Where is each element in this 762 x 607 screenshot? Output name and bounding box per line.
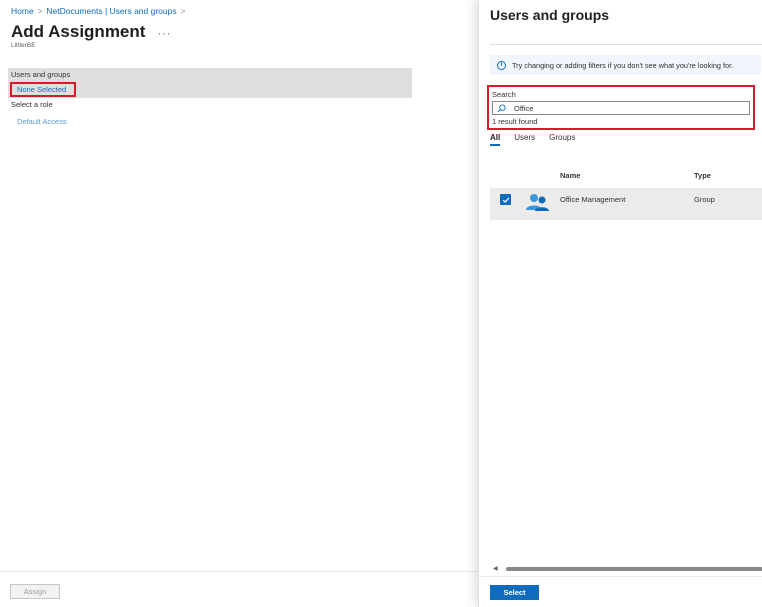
info-banner: i Try changing or adding filters if you … xyxy=(490,55,761,75)
scrollbar-thumb[interactable] xyxy=(506,567,762,571)
panel-title: Users and groups xyxy=(490,7,610,23)
column-header-type[interactable]: Type xyxy=(694,171,711,180)
horizontal-scrollbar[interactable]: ◀ xyxy=(490,566,762,572)
row-type: Group xyxy=(694,195,715,204)
add-assignment-blade: Home > NetDocuments | Users and groups >… xyxy=(0,0,478,607)
breadcrumb-parent[interactable]: NetDocuments | Users and groups xyxy=(46,6,176,16)
default-access-link[interactable]: Default Access xyxy=(17,117,67,126)
search-icon xyxy=(497,103,506,113)
search-label: Search xyxy=(492,90,516,99)
breadcrumb-separator: > xyxy=(37,6,43,16)
filter-tabs: All Users Groups xyxy=(490,133,575,146)
select-role-label: Select a role xyxy=(11,100,53,109)
tab-all[interactable]: All xyxy=(490,133,501,146)
breadcrumb-separator: > xyxy=(180,6,186,16)
select-button[interactable]: Select xyxy=(490,585,539,600)
scroll-left-icon[interactable]: ◀ xyxy=(493,565,498,572)
info-text: Try changing or adding filters if you do… xyxy=(512,60,734,70)
users-and-groups-label: Users and groups xyxy=(11,70,71,79)
search-input[interactable] xyxy=(514,103,714,113)
checkmark-icon xyxy=(502,197,509,203)
users-and-groups-section: Users and groups None Selected xyxy=(8,68,412,98)
breadcrumb-home[interactable]: Home xyxy=(11,6,34,16)
assign-button[interactable]: Assign xyxy=(10,584,60,599)
users-and-groups-panel: Users and groups i Try changing or addin… xyxy=(478,0,762,607)
left-footer: Assign xyxy=(0,571,478,607)
info-icon: i xyxy=(497,60,506,70)
row-checkbox[interactable] xyxy=(500,194,511,205)
group-icon xyxy=(526,194,549,211)
page-subtitle: LittlerBE xyxy=(11,42,36,49)
search-box[interactable] xyxy=(492,101,750,115)
column-header-name[interactable]: Name xyxy=(560,171,580,180)
row-name: Office Management xyxy=(560,195,626,204)
search-section: Search 1 result found xyxy=(487,85,755,130)
right-footer: Select xyxy=(479,576,762,607)
table-row[interactable]: Office Management Group xyxy=(490,188,762,220)
tab-users[interactable]: Users xyxy=(514,133,535,146)
page-title: Add Assignment xyxy=(11,22,146,41)
tab-groups[interactable]: Groups xyxy=(549,133,575,146)
divider xyxy=(490,44,762,45)
more-options-icon[interactable]: ··· xyxy=(157,28,171,40)
none-selected-link[interactable]: None Selected xyxy=(10,82,76,97)
result-count: 1 result found xyxy=(492,117,538,126)
breadcrumb: Home > NetDocuments | Users and groups > xyxy=(11,6,185,16)
